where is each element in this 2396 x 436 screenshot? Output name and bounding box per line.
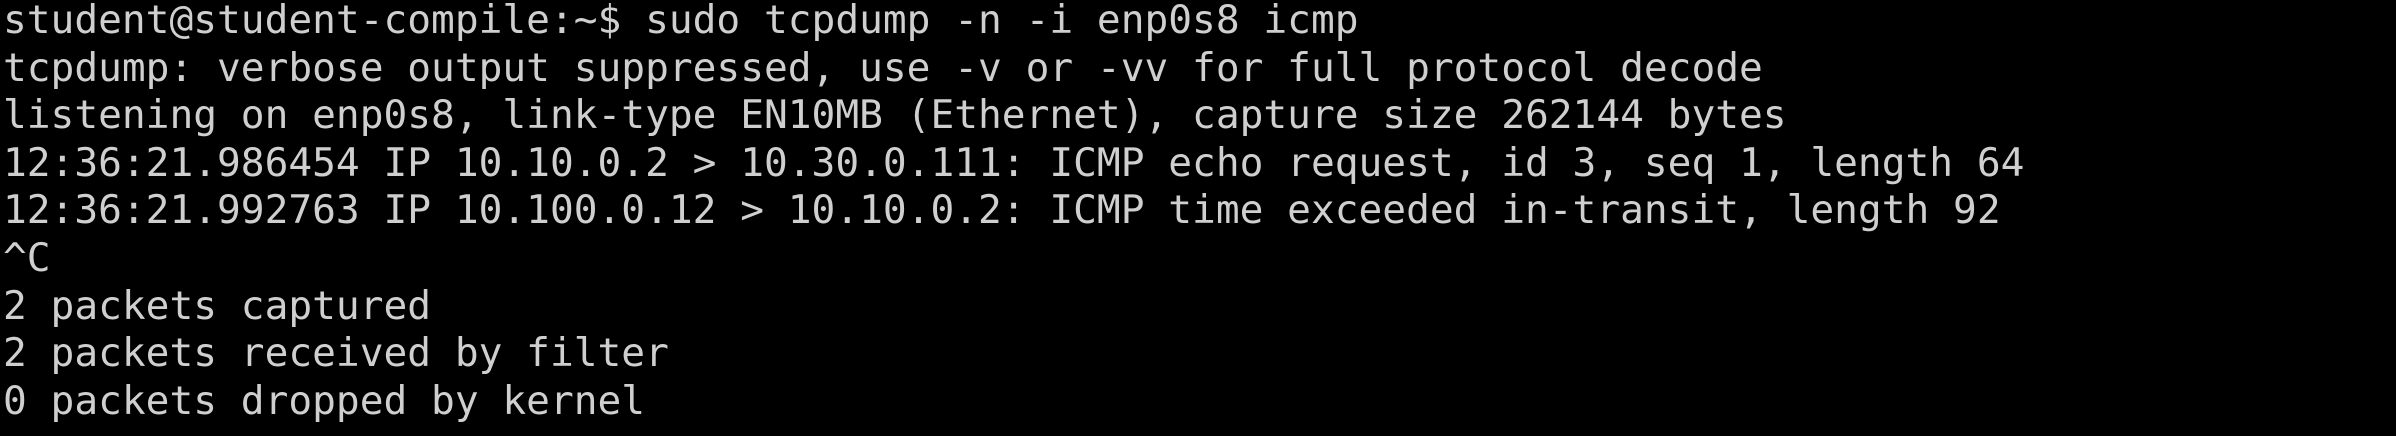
terminal-line-packet: 12:36:21.986454 IP 10.10.0.2 > 10.30.0.1… xyxy=(3,139,2025,186)
terminal-line-output: tcpdump: verbose output suppressed, use … xyxy=(3,44,1763,91)
terminal-line-command-prompt: student@student-compile:~$ sudo tcpdump … xyxy=(3,0,1359,43)
terminal-line-interrupt: ^C xyxy=(3,234,51,281)
terminal-line-packet: 12:36:21.992763 IP 10.100.0.12 > 10.10.0… xyxy=(3,187,2001,234)
terminal-line-output: listening on enp0s8, link-type EN10MB (E… xyxy=(3,92,1787,139)
terminal-window[interactable]: student@student-compile:~$ sudo tcpdump … xyxy=(0,0,2396,436)
terminal-line-summary: 2 packets received by filter xyxy=(3,330,669,377)
terminal-line-summary: 2 packets captured xyxy=(3,282,432,329)
terminal-line-summary: 0 packets dropped by kernel xyxy=(3,377,646,424)
